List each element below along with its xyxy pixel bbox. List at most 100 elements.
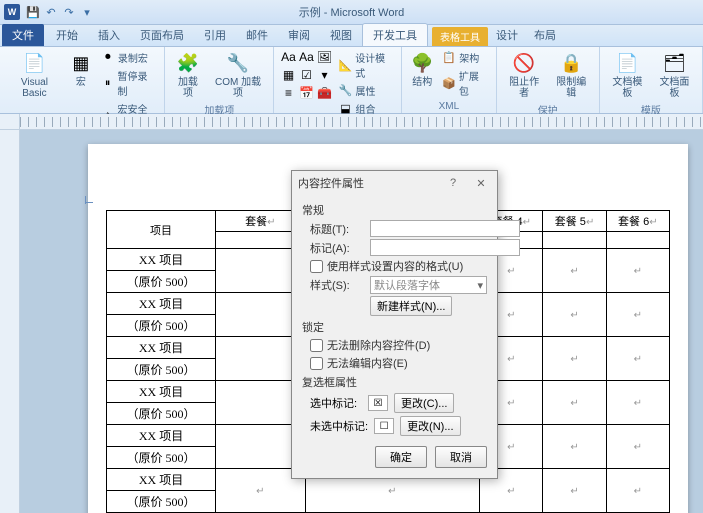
ribbon-tabs: 文件 开始 插入 页面布局 引用 邮件 审阅 视图 开发工具 表格工具 设计 布… xyxy=(0,25,703,47)
cancel-button[interactable]: 取消 xyxy=(435,446,487,468)
record-icon: ⏺ xyxy=(101,51,115,65)
save-icon[interactable]: 💾 xyxy=(26,5,40,19)
quick-access-toolbar: 💾 ↶ ↷ ▾ xyxy=(26,5,94,19)
vb-icon: 📄 xyxy=(22,51,46,75)
new-style-button[interactable]: 新建样式(N)... xyxy=(370,296,452,316)
legacy-controls-icon[interactable]: 🧰 xyxy=(316,85,332,101)
group-label: XML xyxy=(408,100,489,113)
tab-file[interactable]: 文件 xyxy=(2,24,44,46)
schema-button[interactable]: 📋架构 xyxy=(440,49,489,66)
panel-icon: 🗂 xyxy=(662,51,686,75)
ribbon-group-protect: 🚫阻止作者 🔒限制编辑 保护 xyxy=(497,47,600,113)
vertical-ruler[interactable] xyxy=(0,130,20,513)
tag-label: 标记(A): xyxy=(310,240,366,256)
document-title: 示例 - Microsoft Word xyxy=(299,4,405,20)
addin-icon: 🧩 xyxy=(176,51,200,75)
design-icon: 📐 xyxy=(338,58,352,72)
change-checked-button[interactable]: 更改(C)... xyxy=(394,393,454,413)
context-tab-group: 表格工具 xyxy=(432,27,488,46)
addins-button[interactable]: 🧩加载项 xyxy=(171,49,204,101)
pause-icon: ⏸ xyxy=(101,76,115,90)
visual-basic-button[interactable]: 📄Visual Basic xyxy=(6,49,63,101)
title-input[interactable] xyxy=(370,220,520,237)
text-control-icon[interactable]: Aa xyxy=(298,49,314,65)
props-icon: 🔧 xyxy=(338,84,352,98)
ribbon-group-xml: 🌳结构 📋架构 📦扩展包 XML xyxy=(402,47,496,113)
header-project: 项目 xyxy=(150,225,172,237)
schema-icon: 📋 xyxy=(442,51,456,65)
expansion-button[interactable]: 📦扩展包 xyxy=(440,67,489,99)
checked-symbol-box: ☒ xyxy=(368,395,388,411)
tab-layout[interactable]: 页面布局 xyxy=(130,24,194,46)
ribbon-group-controls: Aa Aa 🖼 ▦ ☑ ▾ ≡ 📅 🧰 📐设计模式 🔧属性 ⬓组合 控件 xyxy=(274,47,402,113)
doc-template-button[interactable]: 📄文档模板 xyxy=(606,49,649,101)
redo-icon[interactable]: ↷ xyxy=(62,5,76,19)
section-lock: 锁定 xyxy=(302,319,487,335)
restrict-editing-button[interactable]: 🔒限制编辑 xyxy=(550,49,593,101)
use-style-label: 使用样式设置内容的格式(U) xyxy=(327,258,463,274)
qat-dropdown-icon[interactable]: ▾ xyxy=(80,5,94,19)
checkbox-control-icon[interactable]: ☑ xyxy=(298,67,314,83)
ribbon-group-template: 📄文档模板 🗂文档面板 模版 xyxy=(600,47,703,113)
tag-input[interactable] xyxy=(370,239,520,256)
help-icon[interactable]: ? xyxy=(443,177,463,190)
margin-marker xyxy=(85,196,97,208)
ok-button[interactable]: 确定 xyxy=(375,446,427,468)
dialog-body: 常规 标题(T): 标记(A): 使用样式设置内容的格式(U) 样式(S): 默… xyxy=(292,195,497,478)
structure-button[interactable]: 🌳结构 xyxy=(408,49,436,90)
dialog-title-text: 内容控件属性 xyxy=(298,175,364,191)
header-col5: 套餐 5 xyxy=(555,216,586,228)
section-checkbox-props: 复选框属性 xyxy=(302,374,487,390)
no-edit-checkbox[interactable] xyxy=(310,357,323,370)
dialog-titlebar[interactable]: 内容控件属性 ? ✕ xyxy=(292,171,497,195)
com-icon: 🔧 xyxy=(226,51,250,75)
unchecked-symbol-box: ☐ xyxy=(374,418,394,434)
undo-icon[interactable]: ↶ xyxy=(44,5,58,19)
tab-table-design[interactable]: 设计 xyxy=(488,24,526,46)
checked-label: 选中标记: xyxy=(310,395,362,411)
block-icon: 🚫 xyxy=(512,51,536,75)
controls-gallery: Aa Aa 🖼 ▦ ☑ ▾ ≡ 📅 🧰 xyxy=(280,49,332,101)
richtext-control-icon[interactable]: Aa xyxy=(280,49,296,65)
block-authors-button[interactable]: 🚫阻止作者 xyxy=(503,49,546,101)
template-icon: 📄 xyxy=(615,51,639,75)
tab-insert[interactable]: 插入 xyxy=(88,24,130,46)
word-app-icon: W xyxy=(4,4,20,20)
properties-button[interactable]: 🔧属性 xyxy=(336,82,395,99)
style-combobox[interactable]: 默认段落字体 xyxy=(370,276,487,294)
combo-control-icon[interactable]: ▾ xyxy=(316,67,332,83)
design-mode-button[interactable]: 📐设计模式 xyxy=(336,49,395,81)
change-unchecked-button[interactable]: 更改(N)... xyxy=(400,416,460,436)
tab-table-layout[interactable]: 布局 xyxy=(526,24,564,46)
macros-button[interactable]: ▦宏 xyxy=(67,49,95,90)
content-control-properties-dialog: 内容控件属性 ? ✕ 常规 标题(T): 标记(A): 使用样式设置内容的格式(… xyxy=(291,170,498,479)
close-icon[interactable]: ✕ xyxy=(471,177,491,190)
ruler-corner xyxy=(0,114,20,130)
block-control-icon[interactable]: ▦ xyxy=(280,67,296,83)
horizontal-ruler[interactable] xyxy=(20,114,703,130)
no-edit-label: 无法编辑内容(E) xyxy=(327,355,408,371)
tab-home[interactable]: 开始 xyxy=(46,24,88,46)
tab-mailings[interactable]: 邮件 xyxy=(236,24,278,46)
dropdown-control-icon[interactable]: ≡ xyxy=(280,85,296,101)
date-control-icon[interactable]: 📅 xyxy=(298,85,314,101)
no-delete-label: 无法删除内容控件(D) xyxy=(327,337,430,353)
record-macro-button[interactable]: ⏺录制宏 xyxy=(99,49,158,66)
use-style-checkbox[interactable] xyxy=(310,260,323,273)
structure-icon: 🌳 xyxy=(410,51,434,75)
no-delete-checkbox[interactable] xyxy=(310,339,323,352)
pause-recording-button[interactable]: ⏸暂停录制 xyxy=(99,67,158,99)
tab-review[interactable]: 审阅 xyxy=(278,24,320,46)
tab-view[interactable]: 视图 xyxy=(320,24,362,46)
tab-developer[interactable]: 开发工具 xyxy=(362,23,428,46)
section-general: 常规 xyxy=(302,202,487,218)
macro-icon: ▦ xyxy=(69,51,93,75)
unchecked-label: 未选中标记: xyxy=(310,418,368,434)
tab-references[interactable]: 引用 xyxy=(194,24,236,46)
style-label: 样式(S): xyxy=(310,277,366,293)
title-bar: W 💾 ↶ ↷ ▾ 示例 - Microsoft Word xyxy=(0,0,703,25)
lock-icon: 🔒 xyxy=(559,51,583,75)
picture-control-icon[interactable]: 🖼 xyxy=(316,49,332,65)
doc-panel-button[interactable]: 🗂文档面板 xyxy=(653,49,696,101)
com-addins-button[interactable]: 🔧COM 加载项 xyxy=(209,49,268,101)
